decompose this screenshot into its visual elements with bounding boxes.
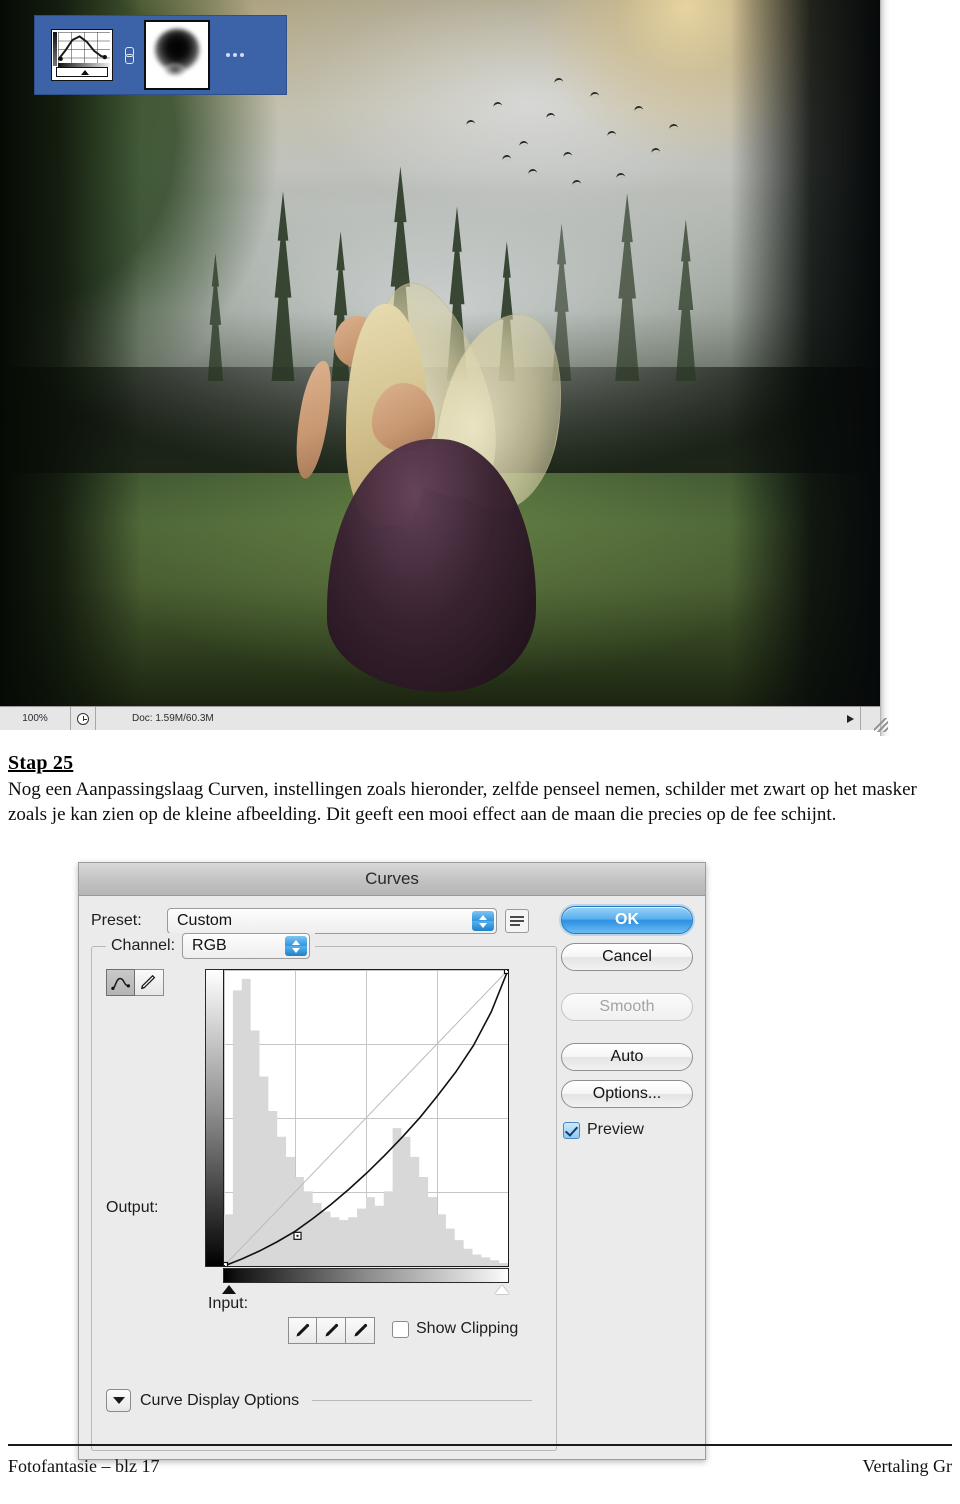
preset-menu-icon[interactable]: [505, 909, 529, 933]
footer-left-text: Fotofantasie – blz 17: [8, 1456, 160, 1476]
layer-link-icon[interactable]: [122, 46, 135, 64]
photoshop-window: 100% Doc: 1.59M/60.3M: [0, 0, 890, 736]
ok-button[interactable]: OK: [561, 906, 693, 934]
curve-control-point-dot-1: [296, 1234, 299, 1237]
black-point-eyedropper-icon[interactable]: [288, 1317, 317, 1344]
preview-label: Preview: [587, 1121, 644, 1138]
white-point-slider[interactable]: [495, 1285, 509, 1294]
window-right-edge: [874, 0, 890, 736]
curve-tool-icon[interactable]: [106, 969, 135, 996]
output-label: Output:: [106, 1199, 159, 1216]
show-clipping-row[interactable]: Show Clipping: [392, 1320, 518, 1338]
clock-icon: [77, 712, 89, 725]
scene-vignette-left: [0, 0, 141, 706]
channel-label: Channel:: [111, 937, 176, 954]
channel-select[interactable]: RGB: [182, 933, 311, 959]
input-label: Input:: [208, 1295, 249, 1312]
fairy-figure: [264, 270, 581, 692]
chevron-updown-icon[interactable]: [285, 936, 308, 956]
page-footer: Fotofantasie – blz 17 Vertaling Gr: [8, 1456, 952, 1477]
status-clock-segment[interactable]: [70, 707, 95, 730]
auto-button[interactable]: Auto: [561, 1043, 693, 1071]
curve-display-options-row[interactable]: Curve Display Options: [106, 1389, 536, 1412]
channel-selected-value: RGB: [192, 937, 227, 954]
options-button[interactable]: Options...: [561, 1080, 693, 1108]
curve-control-point-dot-2: [507, 970, 508, 971]
footer-right-text: Vertaling Gr: [862, 1456, 952, 1476]
pencil-tool-icon[interactable]: [135, 969, 164, 996]
tutorial-text-block: Stap 25 Nog een Aanpassingslaag Curven, …: [8, 752, 952, 827]
resize-grip-handle[interactable]: [874, 718, 888, 732]
curves-adjustment-thumbnail-icon[interactable]: [51, 29, 113, 81]
step-body-text: Nog een Aanpassingslaag Curven, instelli…: [8, 779, 917, 825]
document-size-info: Doc: 1.59M/60.3M: [132, 713, 214, 724]
curve-plot[interactable]: [223, 969, 509, 1267]
channel-group-box: Channel: RGB Output: Input: Show Clippin…: [91, 933, 557, 1451]
chevron-down-icon[interactable]: [106, 1389, 131, 1412]
show-clipping-label: Show Clipping: [416, 1320, 519, 1337]
curve-display-options-label: Curve Display Options: [140, 1391, 300, 1409]
triangle-right-icon[interactable]: [847, 714, 854, 723]
preset-selected-value: Custom: [177, 912, 233, 929]
more-dots-icon[interactable]: [226, 53, 244, 57]
preview-checkbox-row[interactable]: Preview: [561, 1121, 693, 1139]
curve-graph-area[interactable]: [205, 969, 509, 1294]
curve-tools-row: [106, 969, 164, 996]
curve-control-points[interactable]: [224, 970, 508, 1266]
zoom-level[interactable]: 100%: [0, 713, 70, 724]
layer-mask-thumbnail-icon[interactable]: [144, 20, 210, 90]
photoshop-canvas[interactable]: [0, 0, 880, 706]
show-clipping-checkbox[interactable]: [392, 1320, 409, 1338]
dialog-button-column: OK Cancel Smooth Auto Options... Preview: [561, 906, 693, 1139]
scene-vignette-right: [730, 0, 880, 706]
curve-control-point-dot-0: [224, 1265, 225, 1266]
fairy-arm: [287, 358, 339, 480]
curves-dialog[interactable]: Curves Preset: Custom OK Cancel Smooth A…: [78, 862, 706, 1460]
preset-select[interactable]: Custom: [167, 908, 497, 934]
smooth-button: Smooth: [561, 993, 693, 1021]
white-point-eyedropper-icon[interactable]: [346, 1317, 375, 1344]
cancel-button[interactable]: Cancel: [561, 943, 693, 971]
input-gradient-bar: [223, 1268, 509, 1283]
preview-checkbox[interactable]: [563, 1121, 580, 1139]
photoshop-status-bar: 100% Doc: 1.59M/60.3M: [0, 706, 880, 730]
bird: [633, 105, 643, 112]
section-divider: [312, 1400, 532, 1401]
gray-point-eyedropper-icon[interactable]: [317, 1317, 346, 1344]
bird: [545, 112, 555, 119]
step-title: Stap 25: [8, 752, 74, 774]
black-point-slider[interactable]: [222, 1285, 236, 1294]
output-gradient-bar: [205, 969, 223, 1267]
channel-row: Channel: RGB: [106, 933, 316, 959]
dialog-title: Curves: [365, 869, 419, 888]
dialog-titlebar[interactable]: Curves: [79, 863, 705, 896]
layers-panel-snippet[interactable]: [34, 15, 287, 95]
chevron-updown-icon[interactable]: [472, 911, 494, 931]
footer-divider: [8, 1444, 952, 1446]
eyedropper-button-group: [288, 1317, 375, 1344]
preset-label: Preset:: [91, 912, 142, 929]
